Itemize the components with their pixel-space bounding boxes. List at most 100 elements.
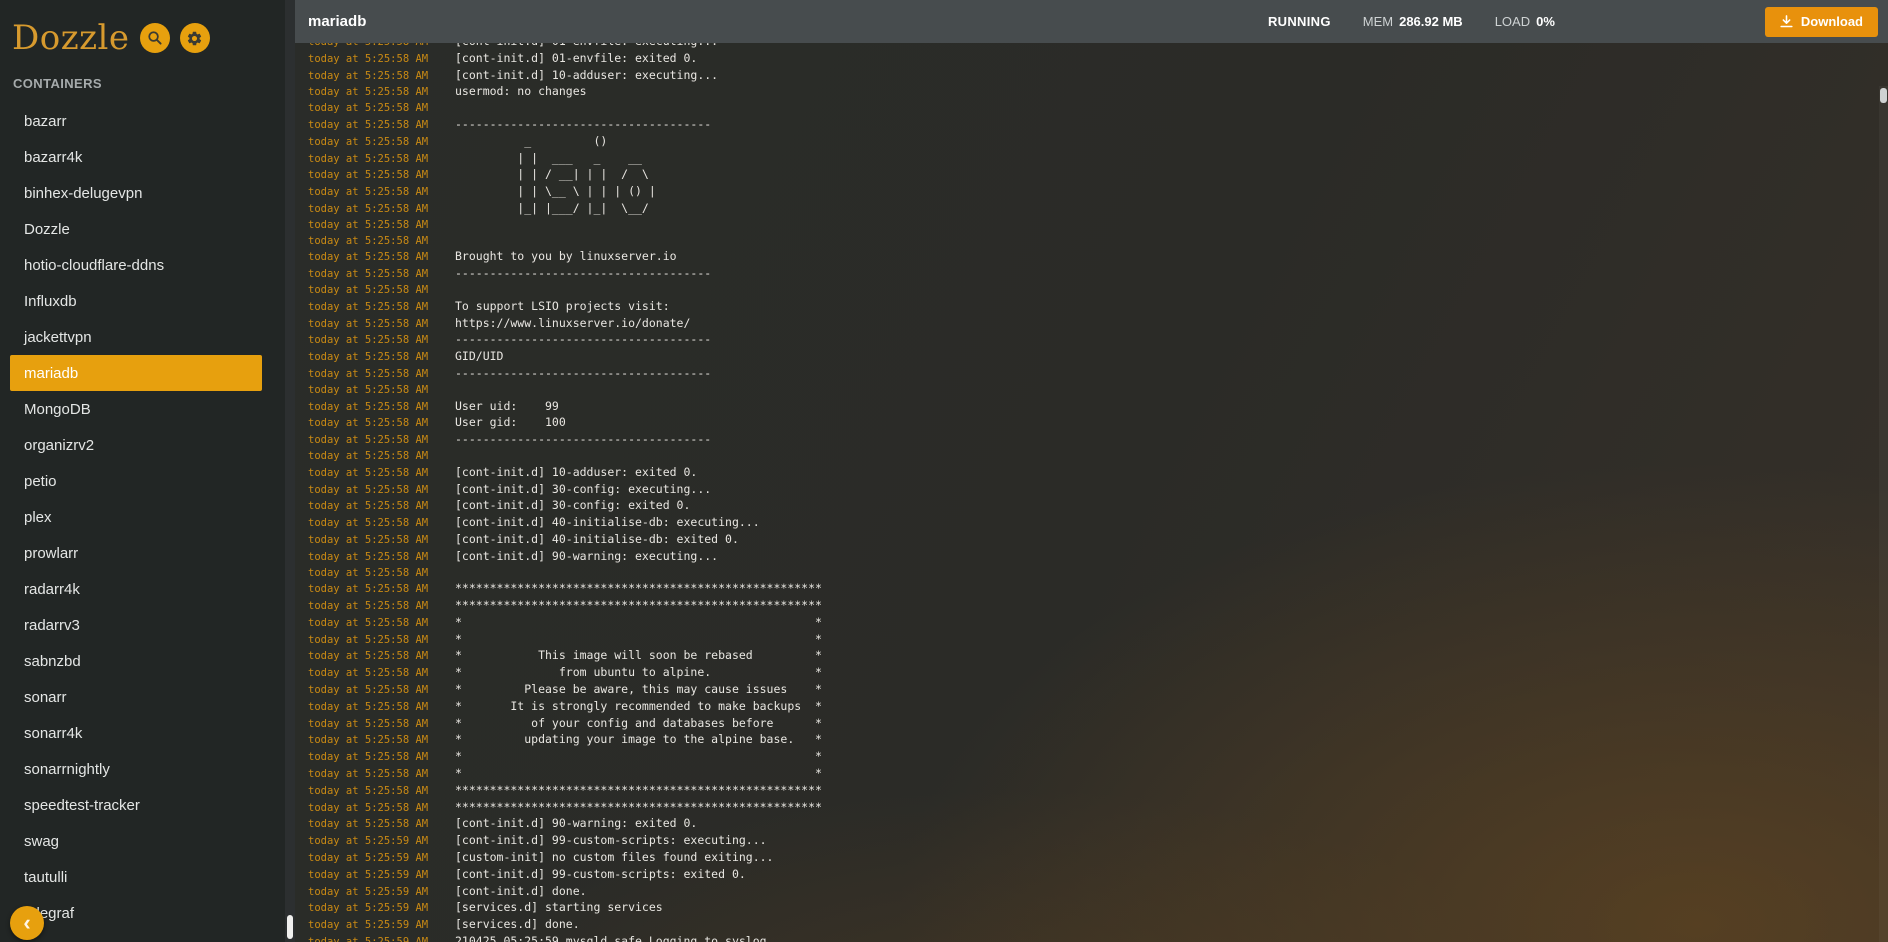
sidebar-scrollbar-thumb[interactable] [287, 915, 293, 939]
log-row: today at 5:25:58 AM [308, 283, 1888, 299]
log-row: today at 5:25:58 AM*********************… [308, 598, 1888, 615]
sidebar-item-hotio-cloudflare-ddns[interactable]: hotio-cloudflare-ddns [10, 247, 262, 283]
log-row: today at 5:25:58 AM [308, 218, 1888, 234]
settings-button[interactable] [180, 23, 210, 53]
log-message: User gid: 100 [455, 415, 566, 431]
sidebar-item-sonarr4k[interactable]: sonarr4k [10, 715, 262, 751]
sidebar-item-sonarr[interactable]: sonarr [10, 679, 262, 715]
log-row: today at 5:25:58 AM [308, 449, 1888, 465]
sidebar-item-mariadb[interactable]: mariadb [10, 355, 262, 391]
sidebar-item-dozzle[interactable]: Dozzle [10, 211, 262, 247]
log-timestamp: today at 5:25:58 AM [308, 633, 455, 649]
log-message: [custom-init] no custom files found exit… [455, 850, 774, 866]
container-stats: RUNNING MEM286.92 MB LOAD0% [1268, 14, 1555, 29]
log-timestamp: today at 5:25:58 AM [308, 333, 455, 349]
sidebar-item-mongodb[interactable]: MongoDB [10, 391, 262, 427]
log-timestamp: today at 5:25:58 AM [308, 101, 455, 117]
search-button[interactable] [140, 23, 170, 53]
log-message: | | \__ \ | | | () | [455, 184, 656, 200]
log-row: today at 5:25:59 AM[cont-init.d] done. [308, 884, 1888, 901]
log-timestamp: today at 5:25:58 AM [308, 283, 455, 299]
log-row: today at 5:25:58 AM | | / __| | | / \ [308, 167, 1888, 184]
log-message: [cont-init.d] 40-initialise-db: executin… [455, 515, 760, 531]
load-stat: LOAD0% [1495, 14, 1555, 29]
log-timestamp: today at 5:25:58 AM [308, 700, 455, 716]
load-label: LOAD [1495, 14, 1530, 29]
log-timestamp: today at 5:25:58 AM [308, 750, 455, 766]
sidebar-item-binhex-delugevpn[interactable]: binhex-delugevpn [10, 175, 262, 211]
log-row: today at 5:25:58 AM | | ___ _ __ [308, 151, 1888, 168]
log-message: * This image will soon be rebased * [455, 648, 822, 664]
log-timestamp: today at 5:25:58 AM [308, 616, 455, 632]
log-message: [cont-init.d] 40-initialise-db: exited 0… [455, 532, 739, 548]
log-message: ****************************************… [455, 581, 822, 597]
sidebar-scrollbar[interactable] [285, 0, 295, 942]
log-timestamp: today at 5:25:58 AM [308, 566, 455, 582]
log-message: ****************************************… [455, 783, 822, 799]
containers-section-label: CONTAINERS [13, 76, 285, 91]
log-timestamp: today at 5:25:58 AM [308, 202, 455, 218]
log-timestamp: today at 5:25:59 AM [308, 851, 455, 867]
log-timestamp: today at 5:25:58 AM [308, 400, 455, 416]
container-title: mariadb [308, 13, 366, 30]
log-row: today at 5:25:58 AM* * [308, 615, 1888, 632]
sidebar-item-sabnzbd[interactable]: sabnzbd [10, 643, 262, 679]
log-row: today at 5:25:58 AM* * [308, 749, 1888, 766]
sidebar-item-sonarrnightly[interactable]: sonarrnightly [10, 751, 262, 787]
log-message: [services.d] done. [455, 917, 580, 933]
sidebar-item-bazarr4k[interactable]: bazarr4k [10, 139, 262, 175]
log-row: today at 5:25:58 AMhttps://www.linuxserv… [308, 316, 1888, 333]
sidebar-item-radarr4k[interactable]: radarr4k [10, 571, 262, 607]
log-row: today at 5:25:58 AM[cont-init.d] 30-conf… [308, 498, 1888, 515]
sidebar-item-influxdb[interactable]: Influxdb [10, 283, 262, 319]
log-row: today at 5:25:59 AM[custom-init] no cust… [308, 850, 1888, 867]
log-timestamp: today at 5:25:58 AM [308, 69, 455, 85]
sidebar-item-prowlarr[interactable]: prowlarr [10, 535, 262, 571]
log-timestamp: today at 5:25:58 AM [308, 550, 455, 566]
sidebar-item-organizrv2[interactable]: organizrv2 [10, 427, 262, 463]
log-timestamp: today at 5:25:58 AM [308, 582, 455, 598]
log-row: today at 5:25:59 AM[services.d] done. [308, 917, 1888, 934]
sidebar-item-petio[interactable]: petio [10, 463, 262, 499]
log-timestamp: today at 5:25:58 AM [308, 152, 455, 168]
log-timestamp: today at 5:25:58 AM [308, 683, 455, 699]
log-row: today at 5:25:58 AMTo support LSIO proje… [308, 299, 1888, 316]
log-message: [cont-init.d] 30-config: executing... [455, 482, 711, 498]
container-list: bazarrbazarr4kbinhex-delugevpnDozzlehoti… [0, 103, 285, 931]
log-row: today at 5:25:58 AM[cont-init.d] 90-warn… [308, 549, 1888, 566]
log-message: [cont-init.d] 10-adduser: executing... [455, 68, 718, 84]
sidebar-item-jackettvpn[interactable]: jackettvpn [10, 319, 262, 355]
log-timestamp: today at 5:25:59 AM [308, 918, 455, 934]
log-scrollbar-thumb[interactable] [1880, 88, 1887, 103]
log-message: * * [455, 749, 822, 765]
log-timestamp: today at 5:25:58 AM [308, 449, 455, 465]
log-viewer[interactable]: today at 5:25:58 AM[cont-init.d] 01-envf… [295, 43, 1888, 942]
log-row: today at 5:25:58 AM [308, 383, 1888, 399]
log-timestamp: today at 5:25:58 AM [308, 218, 455, 234]
log-timestamp: today at 5:25:58 AM [308, 416, 455, 432]
sidebar-item-tautulli[interactable]: tautulli [10, 859, 262, 895]
log-timestamp: today at 5:25:58 AM [308, 267, 455, 283]
log-row: today at 5:25:58 AM---------------------… [308, 432, 1888, 449]
log-timestamp: today at 5:25:58 AM [308, 466, 455, 482]
chevron-left-icon: ‹ [23, 910, 30, 935]
log-message: To support LSIO projects visit: [455, 299, 670, 315]
log-row: today at 5:25:58 AM* of your config and … [308, 716, 1888, 733]
log-message: 210425 05:25:59 mysqld_safe Logging to s… [455, 934, 774, 942]
download-button[interactable]: Download [1765, 7, 1878, 37]
log-row: today at 5:25:58 AM* * [308, 632, 1888, 649]
sidebar-item-speedtest-tracker[interactable]: speedtest-tracker [10, 787, 262, 823]
app-logo[interactable]: Dozzle [12, 16, 130, 60]
sidebar-item-swag[interactable]: swag [10, 823, 262, 859]
sidebar-item-telegraf[interactable]: telegraf [10, 895, 262, 931]
sidebar-item-plex[interactable]: plex [10, 499, 262, 535]
app-window: Dozzle CONTAINERS bazarrbazarr4kbinhex-d… [0, 0, 1888, 942]
log-timestamp: today at 5:25:59 AM [308, 834, 455, 850]
sidebar-collapse-button[interactable]: ‹ [10, 906, 44, 940]
sidebar-item-bazarr[interactable]: bazarr [10, 103, 262, 139]
log-scrollbar[interactable] [1879, 86, 1888, 942]
log-message: [cont-init.d] 90-warning: executing... [455, 549, 718, 565]
sidebar-item-radarrv3[interactable]: radarrv3 [10, 607, 262, 643]
log-timestamp: today at 5:25:58 AM [308, 250, 455, 266]
log-message: [cont-init.d] 99-custom-scripts: exited … [455, 867, 746, 883]
